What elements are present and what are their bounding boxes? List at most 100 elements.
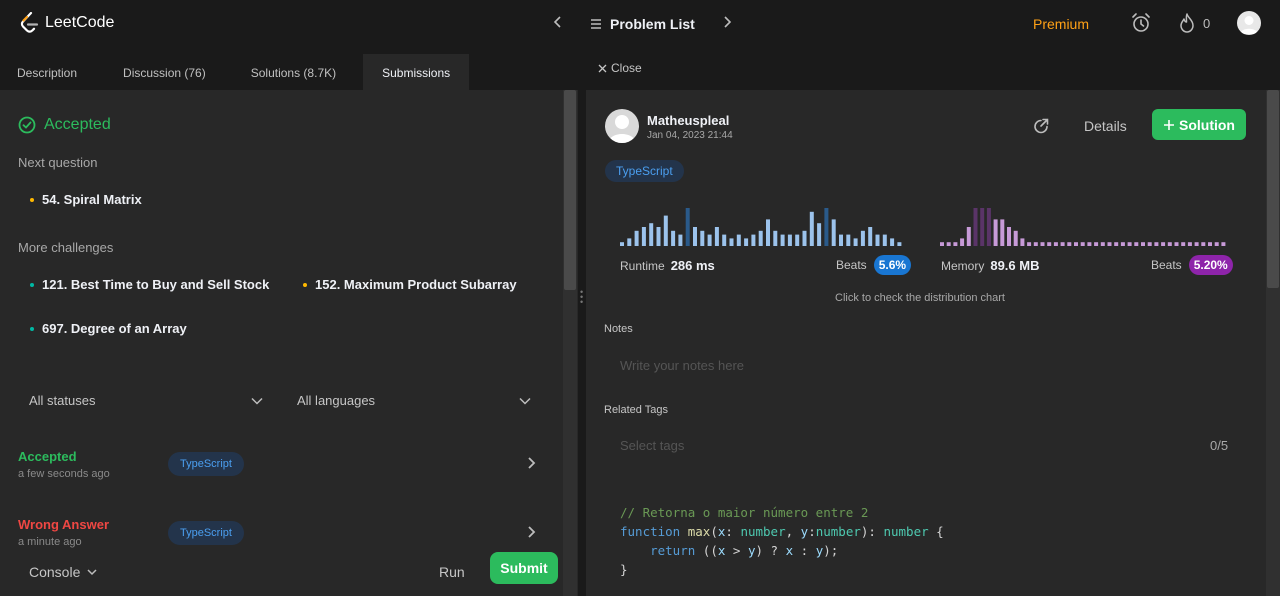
share-icon [1034, 118, 1049, 134]
submission-row[interactable]: Accepted a few seconds ago TypeScript [0, 440, 563, 490]
runtime-distribution-chart[interactable] [620, 198, 910, 248]
premium-link[interactable]: Premium [1033, 16, 1089, 32]
avatar-icon [1240, 16, 1258, 34]
code-line: } [620, 562, 628, 577]
distribution-bar [678, 234, 683, 246]
leetcode-logo-icon [20, 12, 39, 33]
distribution-bar [1208, 242, 1212, 246]
distribution-chart-hint[interactable]: Click to check the distribution chart [835, 292, 1005, 304]
distribution-bar [1154, 242, 1159, 246]
prev-problem-button[interactable] [548, 15, 568, 34]
distribution-bar [1141, 242, 1145, 246]
distribution-bar [1020, 238, 1025, 246]
distribution-bar [802, 230, 807, 246]
distribution-bar [839, 234, 843, 246]
scrollbar-thumb[interactable] [564, 90, 576, 290]
solution-button[interactable]: Solution [1152, 109, 1246, 140]
distribution-bar [1214, 242, 1219, 246]
accepted-title: Accepted [44, 116, 111, 133]
tags-select[interactable]: Select tags [620, 438, 684, 453]
panel-resize-handle[interactable]: • • • [578, 48, 586, 596]
user-avatar[interactable] [1237, 11, 1261, 35]
challenge-title: 152. Maximum Product Subarray [315, 277, 517, 292]
status-filter-dropdown[interactable]: All statuses [29, 393, 264, 408]
submit-button[interactable]: Submit [490, 552, 558, 584]
problem-list-button[interactable]: Problem List [590, 16, 695, 32]
language-filter-dropdown[interactable]: All languages [297, 393, 532, 408]
distribution-bar [966, 227, 971, 246]
logo[interactable]: LeetCode [20, 12, 114, 34]
distribution-bar [1127, 242, 1132, 246]
alarm-clock-icon[interactable] [1130, 12, 1152, 39]
problem-nav: Problem List [548, 12, 737, 36]
runtime-beats-badge: 5.6% [873, 255, 912, 275]
tab-submissions[interactable]: Submissions [363, 54, 470, 90]
next-problem-button[interactable] [717, 15, 737, 34]
distribution-bar [1074, 242, 1078, 246]
distribution-bar [1060, 242, 1065, 246]
close-button[interactable]: Close [598, 61, 642, 75]
run-button[interactable]: Run [439, 564, 465, 580]
distribution-bar [831, 219, 836, 246]
distribution-bar [1120, 242, 1125, 246]
tab-solutions[interactable]: Solutions (8.7K) [228, 54, 363, 90]
challenge-link[interactable]: 697. Degree of an Array [30, 321, 187, 336]
distribution-bar [700, 230, 705, 246]
distribution-bar [1161, 242, 1166, 246]
top-navbar: LeetCode Problem List Premium 0 [0, 0, 1280, 48]
bottom-toolbar: Console Run Submit [0, 550, 563, 596]
distribution-bar [1053, 242, 1058, 246]
submitter-avatar[interactable] [605, 109, 639, 143]
streak-fire-icon[interactable] [1178, 13, 1196, 38]
accepted-heading: Accepted [18, 116, 111, 134]
distribution-bar [1000, 219, 1005, 246]
details-button[interactable]: Details [1084, 118, 1127, 134]
submitter-name[interactable]: Matheuspleal [647, 113, 729, 128]
distribution-bar [986, 208, 991, 246]
share-button[interactable] [1032, 117, 1050, 140]
submission-status: Accepted [18, 449, 77, 464]
memory-value: 89.6 MB [990, 258, 1040, 273]
distribution-bar [824, 208, 829, 246]
distribution-bar [817, 223, 822, 246]
related-tags-label: Related Tags [604, 404, 669, 416]
distribution-bar [1187, 242, 1192, 246]
runtime-beats: Beats 5.6% [836, 255, 912, 275]
tab-description[interactable]: Description [0, 54, 94, 90]
distribution-bar [1087, 242, 1092, 246]
chevron-right-icon [526, 456, 536, 475]
distribution-bar [1107, 242, 1112, 246]
next-question-link[interactable]: 54. Spiral Matrix [30, 192, 142, 207]
memory-distribution-chart[interactable] [940, 198, 1230, 248]
console-toggle[interactable]: Console [29, 564, 98, 580]
submission-detail-panel: Close Matheuspleal Jan 04, 2023 21:44 De… [586, 48, 1280, 596]
left-scrollbar[interactable] [563, 90, 577, 596]
code-view: // Retorna o maior número entre 2 functio… [620, 503, 944, 579]
tab-discussion[interactable]: Discussion (76) [94, 54, 228, 90]
scrollbar-thumb[interactable] [1267, 90, 1279, 288]
memory-label: Memory [941, 259, 985, 273]
tags-count: 0/5 [1210, 438, 1229, 453]
distribution-bar [860, 230, 865, 246]
distribution-bar [641, 227, 646, 246]
tab-bar: Description Discussion (76) Solutions (8… [0, 54, 578, 90]
distribution-bar [656, 227, 661, 246]
notes-input[interactable]: Write your notes here [620, 358, 744, 373]
chevron-down-icon [87, 569, 97, 576]
beats-label: Beats [836, 258, 867, 272]
right-scrollbar[interactable] [1266, 90, 1280, 596]
distribution-bar [980, 208, 985, 246]
distribution-bar [773, 230, 778, 246]
distribution-bar [634, 230, 639, 246]
distribution-bar [882, 234, 887, 246]
submission-row[interactable]: Wrong Answer a minute ago TypeScript [0, 508, 563, 550]
logo-text: LeetCode [45, 14, 115, 31]
distribution-bar [1174, 242, 1179, 246]
challenge-link[interactable]: 121. Best Time to Buy and Sell Stock [30, 277, 269, 292]
status-filter-value: All statuses [29, 393, 96, 408]
challenge-link[interactable]: 152. Maximum Product Subarray [303, 277, 517, 292]
list-icon [591, 19, 601, 29]
solution-label: Solution [1179, 116, 1235, 133]
distribution-bar [846, 234, 851, 246]
distribution-bar [780, 234, 785, 246]
